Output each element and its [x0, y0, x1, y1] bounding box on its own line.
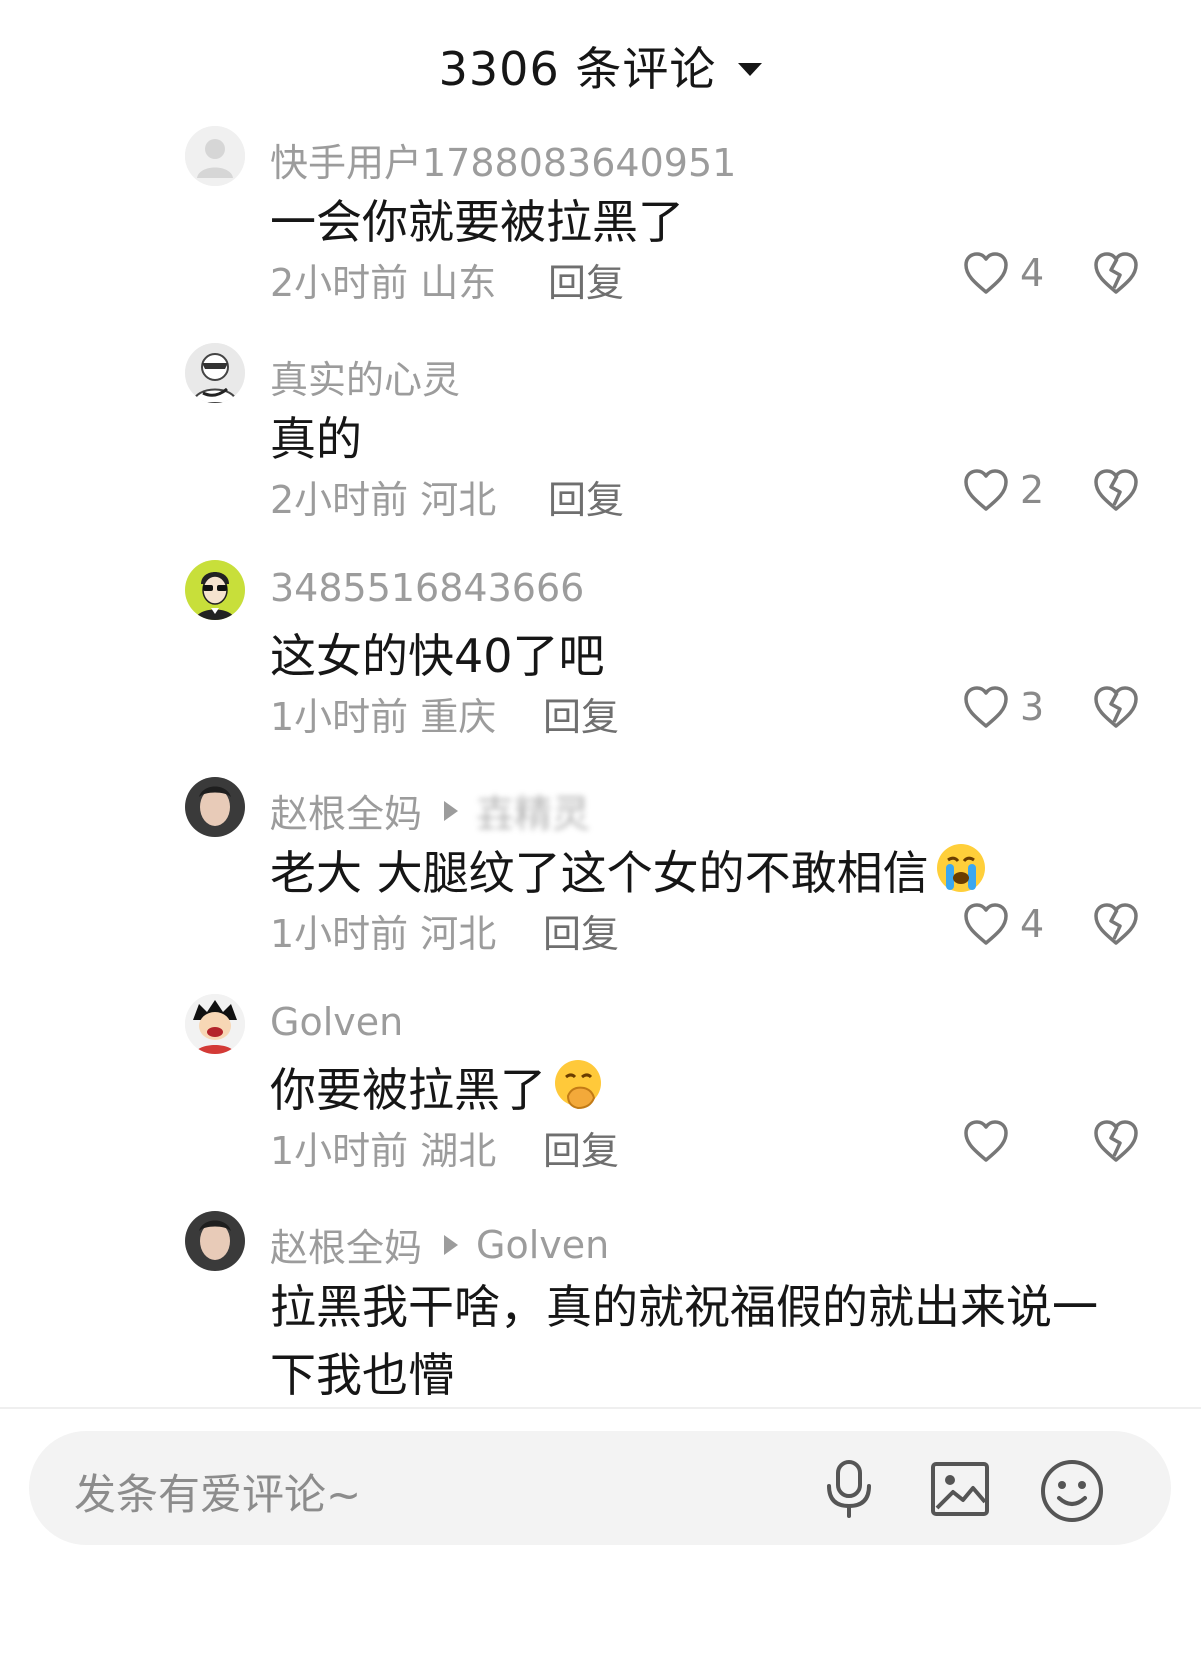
reply-button[interactable]: 回复	[543, 686, 619, 741]
heart-icon	[964, 469, 1008, 511]
comment-text: 这女的快40了吧	[270, 629, 605, 683]
reply-target-username[interactable]: Golven	[476, 1223, 609, 1267]
broken-heart-icon	[1094, 903, 1138, 945]
reply-button[interactable]: 回复	[543, 1120, 619, 1175]
dislike-button[interactable]	[1092, 467, 1140, 517]
comment-time: 1小时前	[270, 1129, 409, 1173]
sunglasses-avatar-icon	[185, 560, 245, 620]
chevron-down-icon[interactable]	[738, 62, 763, 76]
comment-username[interactable]: 3485516843666	[270, 566, 584, 610]
comment-time: 2小时前	[270, 478, 409, 522]
like-count: 4	[1020, 251, 1045, 295]
dislike-button[interactable]	[1092, 901, 1140, 951]
image-icon[interactable]	[929, 1458, 991, 1524]
comment-meta: 1小时前 重庆	[270, 686, 496, 741]
comment-text: 一会你就要被拉黑了	[270, 195, 684, 249]
comment-text: 拉黑我干啥，真的就祝福假的就出来说一下我也懵	[270, 1280, 1098, 1402]
comment-username[interactable]: 赵根全妈 Golven	[270, 1217, 609, 1272]
dislike-button[interactable]	[1092, 684, 1140, 734]
comment-text: 真的	[270, 412, 362, 466]
broken-heart-icon	[1094, 469, 1138, 511]
avatar[interactable]	[185, 777, 245, 837]
cartoon-avatar-icon	[185, 343, 245, 403]
reply-button[interactable]: 回复	[543, 903, 619, 958]
heart-icon	[964, 903, 1008, 945]
comment-count-title: 3306 条评论	[438, 42, 717, 96]
default-avatar-icon	[185, 126, 245, 186]
anime-avatar-icon	[185, 994, 245, 1054]
comment-input-placeholder: 发条有爱评论~	[74, 1470, 362, 1519]
like-count: 3	[1020, 685, 1045, 729]
avatar[interactable]	[185, 1211, 245, 1271]
comment-meta: 1小时前 湖北	[270, 1120, 496, 1175]
divider	[0, 1407, 1201, 1409]
comment-username[interactable]: Golven	[270, 1000, 403, 1044]
broken-heart-icon	[1094, 686, 1138, 728]
avatar[interactable]	[185, 343, 245, 403]
microphone-icon[interactable]	[819, 1458, 879, 1524]
dislike-button[interactable]	[1092, 1118, 1140, 1168]
dislike-button[interactable]	[1092, 250, 1140, 300]
comment-location: 湖北	[420, 1129, 497, 1173]
reply-button[interactable]: 回复	[548, 252, 624, 307]
hand-over-mouth-emoji	[552, 1058, 606, 1130]
like-count: 4	[1020, 902, 1045, 946]
like-count: 2	[1020, 468, 1045, 512]
comment-time: 1小时前	[270, 695, 409, 739]
emoji-icon[interactable]	[1039, 1458, 1105, 1528]
comment-location: 河北	[420, 478, 497, 522]
heart-icon	[964, 1120, 1008, 1162]
comment-username[interactable]: 真实的心灵	[270, 349, 460, 404]
comment-meta: 2小时前 河北	[270, 469, 496, 524]
reply-button[interactable]: 回复	[548, 469, 624, 524]
comment-location: 山东	[420, 261, 497, 305]
comment-meta: 2小时前 山东	[270, 252, 496, 307]
comment-location: 河北	[420, 912, 497, 956]
reply-target-username[interactable]: 壵精灵	[476, 783, 590, 838]
comments-header[interactable]: 3306 条评论	[0, 36, 1201, 96]
comment-time: 1小时前	[270, 912, 409, 956]
like-button[interactable]: 3	[962, 684, 1044, 730]
reply-arrow-icon	[444, 1234, 459, 1255]
photo-avatar-icon	[185, 777, 245, 837]
heart-icon	[964, 252, 1008, 294]
like-button[interactable]	[962, 1118, 1020, 1164]
broken-heart-icon	[1094, 1120, 1138, 1162]
like-button[interactable]: 2	[962, 467, 1044, 513]
heart-icon	[964, 686, 1008, 728]
avatar[interactable]	[185, 560, 245, 620]
reply-arrow-icon	[444, 800, 459, 821]
comment-time: 2小时前	[270, 261, 409, 305]
comment-meta: 1小时前 河北	[270, 903, 496, 958]
photo-avatar-icon	[185, 1211, 245, 1271]
broken-heart-icon	[1094, 252, 1138, 294]
comment-username[interactable]: 快手用户1788083640951	[270, 132, 736, 187]
avatar[interactable]	[185, 126, 245, 186]
like-button[interactable]: 4	[962, 250, 1044, 296]
like-button[interactable]: 4	[962, 901, 1044, 947]
comment-username[interactable]: 赵根全妈 壵精灵	[270, 783, 590, 838]
comment-location: 重庆	[420, 695, 497, 739]
comment-input[interactable]: 发条有爱评论~	[29, 1431, 1171, 1545]
avatar[interactable]	[185, 994, 245, 1054]
